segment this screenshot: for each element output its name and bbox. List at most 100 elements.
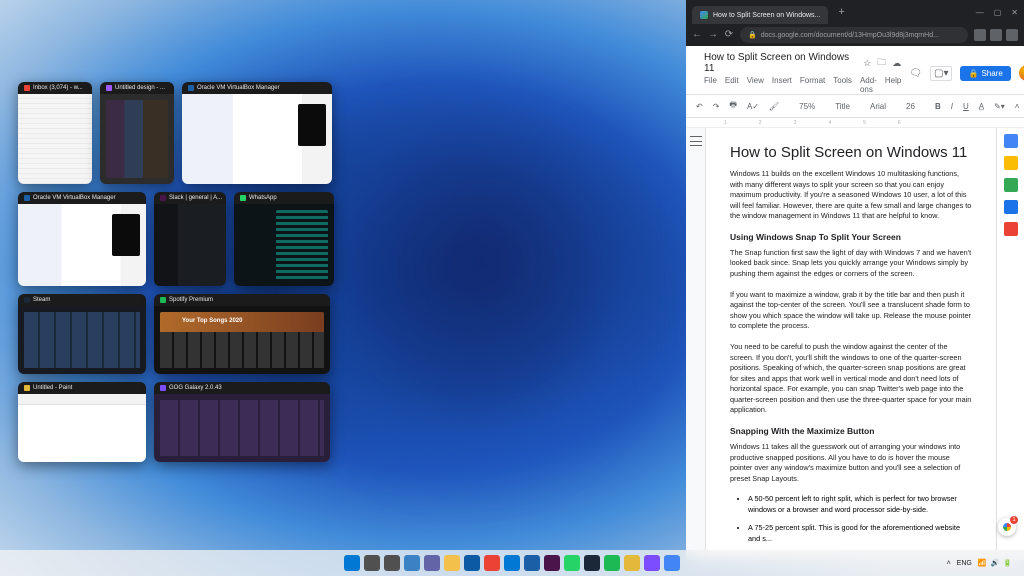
chrome-menu-icon[interactable] [1006,29,1018,41]
wifi-icon[interactable]: 📶 [978,559,987,567]
tasks-icon[interactable] [1004,178,1018,192]
menu-help[interactable]: Help [885,76,901,94]
virtualbox-icon[interactable] [524,555,540,571]
doc-h3: Using Windows Snap To Split Your Screen [730,232,972,242]
steam-icon[interactable] [584,555,600,571]
gog-icon[interactable] [644,555,660,571]
taskview-thumb-slack[interactable]: Slack | general | A... [154,192,226,286]
star-icon[interactable]: ☆ [863,58,871,69]
maps-icon[interactable] [1004,222,1018,236]
url-text: docs.google.com/document/d/13HmpOu3l9d8j… [761,32,939,39]
taskview-thumb-inbox[interactable]: Inbox (3,074) - w... [18,82,92,184]
calendar-icon[interactable] [1004,134,1018,148]
tray-chevron-up-icon[interactable]: ˄ [947,560,951,567]
undo-button[interactable]: ↶ [694,101,705,112]
doc-paragraph: You need to be careful to push the windo… [730,342,972,416]
menu-edit[interactable]: Edit [725,76,739,94]
thumb-title: WhatsApp [249,195,277,201]
chrome-window: How to Split Screen on Windows... + — ▢ … [686,0,1024,560]
address-bar[interactable]: 🔒 docs.google.com/document/d/13HmpOu3l9d… [740,27,968,43]
keep-icon[interactable] [1004,156,1018,170]
taskview-thumb-figma[interactable]: Untitled design - ... [100,82,174,184]
extension-icon[interactable] [974,29,986,41]
slack-icon[interactable] [544,555,560,571]
present-icon[interactable]: ▢▾ [930,66,952,81]
spellcheck-button[interactable]: A✓ [745,101,761,112]
edge-icon[interactable] [464,555,480,571]
share-button[interactable]: 🔒Share [960,66,1010,81]
document-page[interactable]: How to Split Screen on Windows 11 Window… [706,128,996,560]
taskview-thumb-whatsapp[interactable]: WhatsApp [234,192,334,286]
tab-title: How to Split Screen on Windows... [713,12,820,19]
thumb-title: Untitled design - ... [115,85,165,91]
format-paint-button[interactable]: 🖌 [767,101,781,112]
spotify-icon[interactable] [604,555,620,571]
ruler[interactable]: 1 2 3 4 5 6 [686,118,1024,128]
taskview-icon[interactable] [384,555,400,571]
chrome-icon[interactable] [484,555,500,571]
toolbar-chevron-up-icon[interactable]: ˄ [1013,101,1022,112]
chat-icon[interactable] [424,555,440,571]
font-select[interactable]: Arial [868,101,888,112]
window-close-button[interactable]: ✕ [1011,8,1018,17]
doc-title[interactable]: How to Split Screen on Windows 11 [704,52,857,74]
taskview-thumb-virtualbox[interactable]: Oracle VM VirtualBox Manager [182,82,332,184]
extension-icon[interactable] [990,29,1002,41]
widgets-icon[interactable] [404,555,420,571]
menu-addons[interactable]: Add-ons [860,76,877,94]
lock-icon: 🔒 [748,31,757,39]
thumb-title: Inbox (3,074) - w... [33,85,83,91]
bold-button[interactable]: B [933,101,943,112]
zoom-select[interactable]: 75% [797,101,817,112]
new-tab-button[interactable]: + [834,6,848,18]
editing-mode-button[interactable]: ✎▾ [992,101,1007,112]
lock-icon: 🔒 [968,69,978,78]
redo-button[interactable]: ↷ [711,101,722,112]
italic-button[interactable]: I [949,101,955,112]
style-select[interactable]: Title [833,101,852,112]
doc-paragraph: The Snap function first saw the light of… [730,248,972,280]
taskview-thumb-spotify[interactable]: Spotify Premium Your Top Songs 2020 [154,294,330,374]
docs-icon[interactable] [664,555,680,571]
nav-forward-button[interactable]: → [708,30,718,40]
window-minimize-button[interactable]: — [976,8,984,17]
whatsapp-icon[interactable] [564,555,580,571]
explorer-icon[interactable] [444,555,460,571]
menu-tools[interactable]: Tools [833,76,852,94]
menu-file[interactable]: File [704,76,717,94]
menu-view[interactable]: View [747,76,764,94]
comments-icon[interactable]: 🗨 [909,68,922,79]
tray-language[interactable]: ENG [957,560,972,567]
taskview-thumb-gog[interactable]: GOG Galaxy 2.0.43 [154,382,330,462]
start-icon[interactable] [344,555,360,571]
move-folder-icon[interactable]: 🗀 [877,55,886,71]
nav-reload-button[interactable]: ⟳ [724,30,734,40]
volume-icon[interactable]: 🔊 [991,559,1000,567]
explore-button[interactable]: 1 [998,518,1016,536]
paint-icon[interactable] [624,555,640,571]
contacts-icon[interactable] [1004,200,1018,214]
document-outline-toggle[interactable] [686,128,706,560]
print-button[interactable]: 🖶 [727,98,739,114]
doc-list-item: A 50-50 percent left to right split, whi… [748,494,972,515]
taskview-thumb-steam[interactable]: Steam [18,294,146,374]
underline-button[interactable]: U [961,101,971,112]
menu-format[interactable]: Format [800,76,825,94]
account-avatar[interactable] [1019,65,1024,81]
mail-icon[interactable] [504,555,520,571]
window-maximize-button[interactable]: ▢ [994,8,1002,17]
menu-insert[interactable]: Insert [772,76,792,94]
docs-favicon-icon [700,11,708,19]
taskview-thumb-paint[interactable]: Untitled - Paint [18,382,146,462]
battery-icon[interactable]: 🔋 [1003,559,1012,567]
doc-h1: How to Split Screen on Windows 11 [730,144,972,161]
fontsize-select[interactable]: 26 [904,101,917,112]
search-icon[interactable] [364,555,380,571]
browser-tab[interactable]: How to Split Screen on Windows... [692,6,828,24]
text-color-button[interactable]: A̲ [977,101,986,112]
snap-left-region: Inbox (3,074) - w... Untitled design - .… [0,0,686,560]
docs-header: How to Split Screen on Windows 11 ☆ 🗀 ☁ … [686,46,1024,94]
taskview-thumb-virtualbox2[interactable]: Oracle VM VirtualBox Manager [18,192,146,286]
steam-icon [24,297,30,303]
nav-back-button[interactable]: ← [692,30,702,40]
